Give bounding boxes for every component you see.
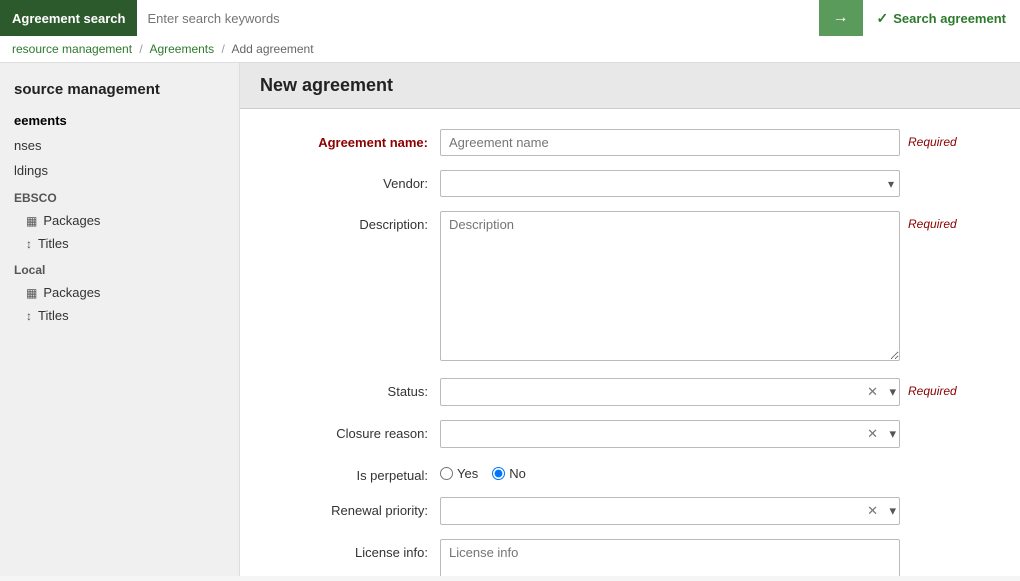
status-select-wrapper: ✕ ▾ — [440, 378, 900, 406]
breadcrumb-separator-1: / — [139, 42, 142, 56]
description-required: Required — [900, 211, 957, 231]
renewal-priority-field: ✕ ▾ — [440, 497, 900, 525]
vendor-label: Vendor: — [260, 170, 440, 191]
renewal-priority-select[interactable] — [440, 497, 900, 525]
is-perpetual-no-radio[interactable] — [492, 467, 505, 480]
closure-reason-label: Closure reason: — [260, 420, 440, 441]
closure-reason-row: Closure reason: ✕ ▾ — [260, 420, 1000, 448]
sidebar: source management eements nses ldings EB… — [0, 63, 240, 576]
sidebar-item-licenses[interactable]: nses — [0, 133, 239, 158]
status-dropdown-button[interactable]: ▾ — [889, 384, 896, 400]
closure-clear-button[interactable]: ✕ — [867, 426, 878, 442]
renewal-priority-label: Renewal priority: — [260, 497, 440, 518]
no-label: No — [509, 466, 526, 481]
is-perpetual-field: Yes No — [440, 462, 900, 481]
status-row: Status: ✕ ▾ Required — [260, 378, 1000, 406]
license-info-textarea[interactable] — [440, 539, 900, 576]
ebsco-titles-label: Titles — [38, 236, 69, 251]
status-clear-button[interactable]: ✕ — [867, 384, 878, 400]
is-perpetual-label: Is perpetual: — [260, 462, 440, 483]
content-area: New agreement Agreement name: Required V… — [240, 63, 1020, 576]
sidebar-item-local-titles[interactable]: ↕ Titles — [0, 304, 239, 327]
vendor-select-wrapper: ▾ — [440, 170, 900, 197]
search-agreement-button[interactable]: ✓ Search agreement — [863, 0, 1020, 36]
search-label: Agreement search — [0, 0, 137, 36]
status-select[interactable] — [440, 378, 900, 406]
renewal-priority-row: Renewal priority: ✕ ▾ — [260, 497, 1000, 525]
is-perpetual-radio-group: Yes No — [440, 462, 900, 481]
agreement-name-row: Agreement name: Required — [260, 129, 1000, 156]
packages-icon: ▦ — [26, 214, 37, 228]
sidebar-section-local: Local — [0, 255, 239, 281]
local-packages-label: Packages — [43, 285, 100, 300]
agreement-name-field — [440, 129, 900, 156]
form-container: Agreement name: Required Vendor: ▾ — [240, 109, 1020, 576]
sidebar-item-holdings[interactable]: ldings — [0, 158, 239, 183]
top-bar: Agreement search → ✓ Search agreement — [0, 0, 1020, 36]
is-perpetual-yes-option[interactable]: Yes — [440, 466, 478, 481]
status-field: ✕ ▾ — [440, 378, 900, 406]
license-info-label: License info: — [260, 539, 440, 560]
sidebar-item-ebsco-packages[interactable]: ▦ Packages — [0, 209, 239, 232]
local-packages-icon: ▦ — [26, 286, 37, 300]
renewal-dropdown-button[interactable]: ▾ — [889, 503, 896, 519]
sidebar-item-agreements[interactable]: eements — [0, 108, 239, 133]
sidebar-item-ebsco-titles[interactable]: ↕ Titles — [0, 232, 239, 255]
search-agreement-label: Search agreement — [893, 11, 1006, 26]
license-info-field — [440, 539, 900, 576]
breadcrumb-separator-2: / — [221, 42, 224, 56]
page-title: New agreement — [240, 63, 1020, 109]
description-textarea[interactable] — [440, 211, 900, 361]
closure-select-wrapper: ✕ ▾ — [440, 420, 900, 448]
status-required: Required — [900, 378, 957, 398]
arrow-icon: → — [833, 9, 849, 27]
closure-dropdown-button[interactable]: ▾ — [889, 426, 896, 442]
vendor-select[interactable] — [440, 170, 900, 197]
ebsco-packages-label: Packages — [43, 213, 100, 228]
renewal-clear-button[interactable]: ✕ — [867, 503, 878, 519]
breadcrumb-link-agreements[interactable]: Agreements — [149, 42, 214, 56]
sidebar-title: source management — [0, 75, 239, 108]
breadcrumb-current: Add agreement — [232, 42, 314, 56]
is-perpetual-yes-radio[interactable] — [440, 467, 453, 480]
agreement-name-input[interactable] — [440, 129, 900, 156]
is-perpetual-no-option[interactable]: No — [492, 466, 526, 481]
is-perpetual-row: Is perpetual: Yes No — [260, 462, 1000, 483]
closure-reason-select[interactable] — [440, 420, 900, 448]
sidebar-item-local-packages[interactable]: ▦ Packages — [0, 281, 239, 304]
status-label: Status: — [260, 378, 440, 399]
renewal-select-wrapper: ✕ ▾ — [440, 497, 900, 525]
closure-reason-field: ✕ ▾ — [440, 420, 900, 448]
titles-icon: ↕ — [26, 237, 32, 251]
vendor-field: ▾ — [440, 170, 900, 197]
local-titles-icon: ↕ — [26, 309, 32, 323]
license-info-row: License info: — [260, 539, 1000, 576]
vendor-row: Vendor: ▾ — [260, 170, 1000, 197]
agreement-name-required: Required — [900, 129, 957, 149]
breadcrumb: resource management / Agreements / Add a… — [0, 36, 1020, 63]
search-go-button[interactable]: → — [819, 0, 863, 36]
description-field — [440, 211, 900, 364]
local-titles-label: Titles — [38, 308, 69, 323]
breadcrumb-link-resource[interactable]: resource management — [12, 42, 132, 56]
check-icon: ✓ — [877, 10, 889, 27]
description-row: Description: Required — [260, 211, 1000, 364]
yes-label: Yes — [457, 466, 478, 481]
main-layout: source management eements nses ldings EB… — [0, 63, 1020, 576]
agreement-name-label: Agreement name: — [260, 129, 440, 150]
search-input[interactable] — [137, 0, 818, 36]
sidebar-section-ebsco: EBSCO — [0, 183, 239, 209]
description-label: Description: — [260, 211, 440, 232]
